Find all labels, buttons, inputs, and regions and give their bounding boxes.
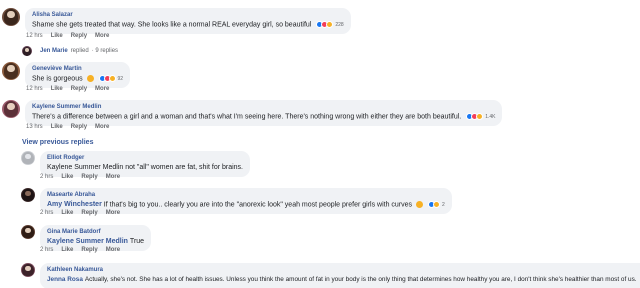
comment-author[interactable]: Masearte Abraha — [47, 191, 445, 200]
mention-link[interactable]: Amy Winchester — [47, 201, 102, 208]
avatar[interactable] — [21, 151, 35, 165]
reaction-count: 1.4K — [485, 113, 496, 120]
comment-body: Shame she gets treated that way. She loo… — [32, 21, 312, 29]
haha-reaction-icon — [432, 201, 440, 208]
comment-body: She is gorgeous — [32, 75, 83, 83]
comment-bubble: Alisha Salazar Shame she gets treated th… — [25, 8, 351, 35]
reply-button[interactable]: Reply — [81, 247, 97, 253]
more-button[interactable]: More — [106, 247, 120, 253]
like-button[interactable]: Like — [61, 247, 73, 253]
like-button[interactable]: Like — [51, 33, 63, 39]
like-button[interactable]: Like — [61, 174, 73, 180]
comment-bubble: Kaylene Summer Medlin There's a differen… — [25, 100, 503, 127]
reply-button[interactable]: Reply — [81, 174, 97, 180]
more-button[interactable]: More — [106, 210, 120, 216]
timestamp[interactable]: 12 hrs — [26, 86, 43, 92]
comment-actions: 2 hrs Like Reply More — [40, 247, 120, 253]
comment-body: Kaylene Summer Medlin not "all" women ar… — [47, 164, 243, 171]
timestamp[interactable]: 2 hrs — [40, 210, 53, 216]
comment-actions: 12 hrs Like Reply More — [26, 33, 109, 39]
reactions[interactable]: 2 — [427, 200, 445, 209]
avatar[interactable] — [21, 188, 35, 202]
reactions[interactable]: 92 — [98, 74, 124, 83]
smile-emoji-icon — [416, 201, 423, 208]
comment-body: True — [129, 238, 145, 245]
avatar — [22, 46, 32, 56]
haha-reaction-icon — [476, 113, 484, 120]
comment-text: Kaylene Summer Medlin True — [47, 237, 144, 247]
like-button[interactable]: Like — [61, 210, 73, 216]
timestamp[interactable]: 2 hrs — [40, 174, 53, 180]
reply-count: · 9 replies — [91, 48, 119, 54]
comment-bubble: Kathleen Nakamura Jenna Rosa Actually, sh… — [40, 263, 640, 288]
comment-author[interactable]: Geneviève Martin — [32, 65, 123, 74]
haha-reaction-icon — [326, 21, 334, 28]
comment-text: Jenna Rosa Actually, she's not. She has a… — [47, 275, 640, 285]
comment-kaylene: Kaylene Summer Medlin There's a differen… — [2, 100, 503, 127]
reply-button[interactable]: Reply — [71, 124, 87, 130]
avatar[interactable] — [21, 225, 35, 239]
comment-body: If that's big to you.. clearly you are i… — [103, 201, 413, 209]
comment-author[interactable]: Kaylene Summer Medlin — [32, 103, 495, 112]
reply-button[interactable]: Reply — [81, 210, 97, 216]
comment-text: Amy Winchester If that's big to you.. cle… — [47, 200, 445, 210]
mention-link[interactable]: Jenna Rosa — [47, 276, 83, 283]
timestamp[interactable]: 13 hrs — [26, 124, 43, 130]
comment-author[interactable]: Gina Marie Batdorf — [47, 228, 144, 237]
comment-author[interactable]: Alisha Salazar — [32, 11, 344, 20]
comment-body: There's a difference between a girl and … — [32, 113, 462, 121]
comment-author[interactable]: Kathleen Nakamura — [47, 266, 640, 275]
timestamp[interactable]: 12 hrs — [26, 33, 43, 39]
like-button[interactable]: Like — [51, 86, 63, 92]
comment-author[interactable]: Elliot Rodger — [47, 154, 243, 163]
reply-kathleen: Kathleen Nakamura Jenna Rosa Actually, sh… — [21, 263, 640, 288]
comment-actions: 13 hrs Like Reply More — [26, 124, 109, 130]
comment-actions: 2 hrs Like Reply More — [40, 210, 120, 216]
more-button[interactable]: More — [95, 86, 109, 92]
more-button[interactable]: More — [106, 174, 120, 180]
avatar[interactable] — [2, 8, 20, 26]
comment-actions: 2 hrs Like Reply More — [40, 174, 120, 180]
replier-name[interactable]: Jen Marie — [40, 48, 68, 54]
timestamp[interactable]: 2 hrs — [40, 247, 53, 253]
comment-text: Shame she gets treated that way. She loo… — [32, 20, 344, 30]
reaction-count: 2 — [441, 201, 445, 208]
more-button[interactable]: More — [95, 33, 109, 39]
more-button[interactable]: More — [95, 124, 109, 130]
reactions[interactable]: 228 — [316, 20, 344, 29]
care-reaction-icon — [108, 75, 116, 82]
comment-text: She is gorgeous 92 — [32, 74, 123, 84]
comment-genevieve: Geneviève Martin She is gorgeous 92 — [2, 62, 131, 89]
heart-face-emoji-icon — [86, 75, 94, 82]
comment-text: There's a difference between a girl and … — [32, 112, 495, 122]
reaction-count: 228 — [335, 21, 344, 28]
avatar[interactable] — [2, 100, 20, 118]
mention-link[interactable]: Kaylene Summer Medlin — [47, 238, 128, 245]
replied-label: replied — [70, 48, 89, 54]
comment-actions: 12 hrs Like Reply More — [26, 86, 109, 92]
view-previous-replies-link[interactable]: View previous replies — [22, 139, 93, 146]
comment-alisha: Alisha Salazar Shame she gets treated th… — [2, 8, 351, 35]
avatar[interactable] — [2, 62, 20, 80]
reaction-count: 92 — [117, 75, 124, 82]
avatar[interactable] — [21, 263, 35, 277]
like-button[interactable]: Like — [51, 124, 63, 130]
reactions[interactable]: 1.4K — [466, 112, 495, 121]
reply-button[interactable]: Reply — [71, 33, 87, 39]
replies-summary[interactable]: Jen Marie replied · 9 replies — [22, 46, 118, 56]
comment-body: Actually, she's not. She has a lot of he… — [84, 276, 637, 284]
comment-bubble: Geneviève Martin She is gorgeous 92 — [25, 62, 131, 89]
reply-button[interactable]: Reply — [71, 86, 87, 92]
